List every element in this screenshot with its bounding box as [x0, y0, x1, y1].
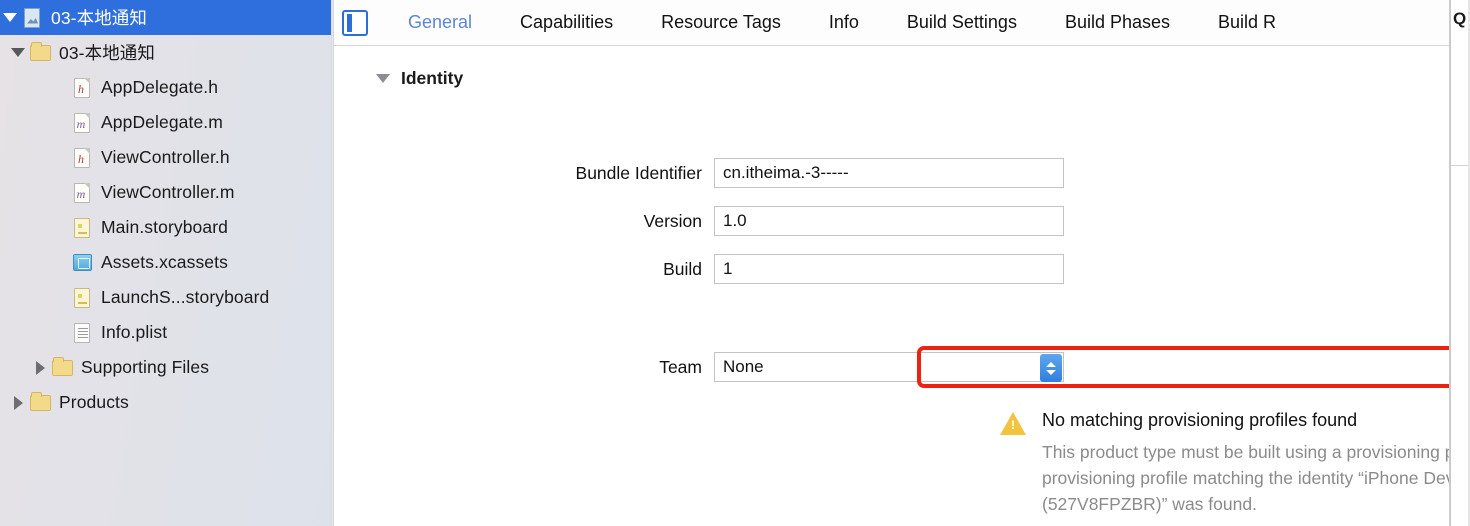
navigator-row[interactable]: 03-本地通知 [0, 0, 334, 35]
disclosure-triangle-right-icon[interactable] [30, 360, 50, 375]
tab-build-r[interactable]: Build R [1194, 12, 1300, 33]
navigator-row-label: 03-本地通知 [51, 8, 147, 28]
team-popup-button[interactable]: None [714, 352, 1064, 382]
team-popup-stepper-icon[interactable] [1040, 354, 1062, 382]
identity-section-header[interactable]: Identity [376, 68, 463, 89]
navigator-row-label: Main.storyboard [101, 217, 228, 237]
warning-title: No matching provisioning profiles found [1042, 410, 1358, 430]
navigator-row[interactable]: Products [0, 385, 334, 420]
navigator-row[interactable]: Assets.xcassets [0, 245, 334, 280]
navigator-row-label: Supporting Files [81, 357, 210, 377]
utilities-panel-label: Q [1453, 9, 1467, 28]
version-input[interactable] [714, 206, 1064, 236]
version-row: Version [334, 206, 1064, 236]
navigator-row[interactable]: Info.plist [0, 315, 334, 350]
tab-capabilities[interactable]: Capabilities [496, 12, 637, 33]
chevron-down-icon [1046, 369, 1056, 375]
team-row: Team None [334, 352, 1064, 382]
tab-resource-tags[interactable]: Resource Tags [637, 12, 805, 33]
assets-catalog-icon [70, 252, 94, 274]
bundle-identifier-input[interactable] [714, 158, 1064, 188]
storyboard-icon [70, 287, 94, 309]
disclosure-triangle-down-icon[interactable] [376, 74, 390, 83]
folder-icon [50, 356, 74, 379]
disclosure-triangle-down-icon[interactable] [0, 13, 20, 22]
navigator-row-label: ViewController.m [101, 182, 235, 202]
bundle-identifier-label: Bundle Identifier [575, 162, 702, 183]
navigator-row[interactable]: Supporting Files [0, 350, 334, 385]
warning-triangle-icon [1000, 412, 1026, 435]
navigator-row-label: Info.plist [101, 322, 168, 342]
tab-build-phases[interactable]: Build Phases [1041, 12, 1194, 33]
disclosure-triangle-right-icon[interactable] [8, 395, 28, 410]
bundle-identifier-row: Bundle Identifier [334, 158, 1064, 188]
navigator-row[interactable]: m ViewController.m [0, 175, 334, 210]
build-row: Build [334, 254, 1064, 284]
project-editor-icon [342, 9, 368, 36]
xcode-window: 03-本地通知 03-本地通知 h AppDelegate.h m AppDelegate… [0, 0, 1470, 526]
navigator-row[interactable]: 03-本地通知 [0, 35, 334, 70]
identity-section-title: Identity [401, 68, 464, 88]
tab-info[interactable]: Info [805, 12, 883, 33]
navigator-row[interactable]: Main.storyboard [0, 210, 334, 245]
header-file-icon: h [70, 77, 94, 99]
provisioning-warning: No matching provisioning profiles found … [1000, 410, 1450, 517]
team-selected-value: None [723, 357, 764, 376]
chevron-up-icon [1046, 361, 1056, 367]
navigator-row-label: LaunchS...storyboard [101, 287, 270, 307]
storyboard-icon [70, 217, 94, 239]
disclosure-triangle-down-icon[interactable] [8, 48, 28, 57]
build-label: Build [663, 258, 702, 279]
version-label: Version [643, 210, 702, 231]
build-input[interactable] [714, 254, 1064, 284]
implementation-file-icon: m [70, 112, 94, 134]
editor-area: General Capabilities Resource Tags Info Buil… [334, 0, 1450, 526]
team-label: Team [659, 356, 702, 377]
project-editor-tabbar[interactable]: General Capabilities Resource Tags Info Buil… [334, 0, 1450, 46]
warning-body: This product type must be built using a … [1042, 442, 1450, 514]
folder-icon [28, 41, 52, 64]
tab-general[interactable]: General [384, 12, 496, 33]
project-navigator[interactable]: 03-本地通知 03-本地通知 h AppDelegate.h m AppDelegate… [0, 0, 334, 526]
navigator-row[interactable]: LaunchS...storyboard [0, 280, 334, 315]
plist-icon [70, 322, 94, 344]
navigator-row[interactable]: h ViewController.h [0, 140, 334, 175]
navigator-row-label: 03-本地通知 [59, 43, 155, 63]
header-file-icon: h [70, 147, 94, 169]
project-icon [20, 7, 44, 29]
folder-icon [28, 391, 52, 414]
navigator-row[interactable]: h AppDelegate.h [0, 70, 334, 105]
general-settings-section: Identity Bundle Identifier Version Build… [334, 46, 1450, 526]
implementation-file-icon: m [70, 182, 94, 204]
navigator-row-label: AppDelegate.h [101, 77, 219, 97]
utilities-panel[interactable]: Q [1450, 0, 1470, 526]
navigator-row[interactable]: m AppDelegate.m [0, 105, 334, 140]
navigator-row-label: Products [59, 392, 129, 412]
tab-build-settings[interactable]: Build Settings [883, 12, 1041, 33]
navigator-row-label: ViewController.h [101, 147, 230, 167]
navigator-row-label: AppDelegate.m [101, 112, 223, 132]
navigator-row-label: Assets.xcassets [101, 252, 228, 272]
project-navigator-list[interactable]: 03-本地通知 03-本地通知 h AppDelegate.h m AppDelegate… [0, 0, 334, 420]
